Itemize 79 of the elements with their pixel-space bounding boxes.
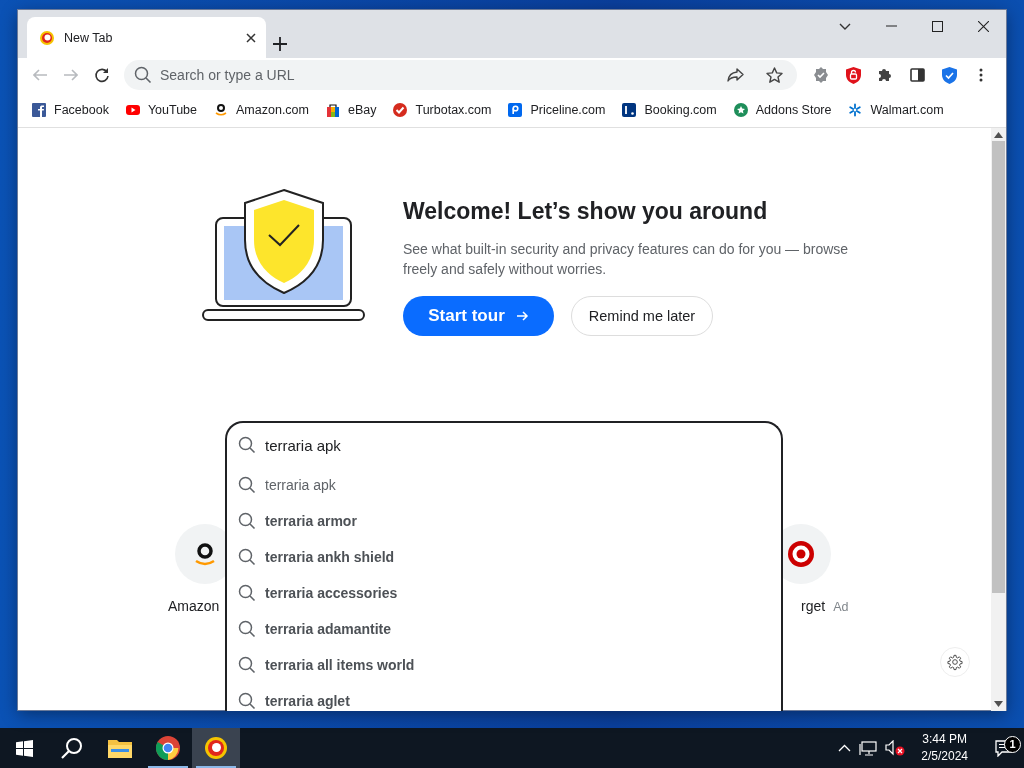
suggestion-item[interactable]: terraria ankh shield xyxy=(227,539,781,575)
scrollbar[interactable] xyxy=(991,128,1006,711)
welcome-text: See what built-in security and privacy features can do for you — browse freely and safely without worries. xyxy=(403,240,850,279)
search-icon xyxy=(238,512,256,530)
suggestion-item[interactable]: terraria accessories xyxy=(227,575,781,611)
scroll-down-icon xyxy=(994,701,1003,707)
chevron-down-icon xyxy=(839,22,851,30)
menu-icon xyxy=(979,68,983,82)
shield-check-icon xyxy=(941,66,957,84)
bookmark[interactable]: eBay xyxy=(326,102,377,117)
bookmark[interactable]: Priceline.com xyxy=(508,102,606,117)
youtube-bookmark-icon xyxy=(125,102,140,117)
amazon-bookmark-icon xyxy=(214,102,229,117)
welcome-title: Welcome! Let’s show you around xyxy=(403,198,769,225)
suggestion-item[interactable]: terraria all items world xyxy=(227,647,781,683)
search-icon xyxy=(238,548,256,566)
badge-icon xyxy=(813,67,829,83)
side-panel-icon xyxy=(909,68,925,82)
ad-label: Ad xyxy=(833,600,849,614)
plus-icon xyxy=(273,37,287,51)
shortcut-label: rget xyxy=(801,598,826,614)
walmart-bookmark-icon xyxy=(848,102,863,117)
shield-icon xyxy=(845,66,861,84)
bookmark[interactable]: Amazon.com xyxy=(214,102,309,117)
forward-arrow-icon xyxy=(64,69,78,81)
minimize-icon xyxy=(885,25,897,27)
notification-count: 1 xyxy=(1004,735,1021,753)
share-icon[interactable] xyxy=(727,68,744,82)
browser-tab[interactable]: New Tab xyxy=(27,17,266,58)
search-icon xyxy=(238,476,256,494)
search-icon xyxy=(61,737,83,759)
chevron-up-icon[interactable] xyxy=(838,744,852,752)
network-icon[interactable] xyxy=(859,740,878,756)
close-icon xyxy=(977,20,989,32)
suggestion-item[interactable]: terraria apk xyxy=(227,467,781,503)
bookmark[interactable]: Turbotax.com xyxy=(393,102,492,117)
bookmark[interactable]: Addons Store xyxy=(733,102,832,117)
booking-bookmark-icon xyxy=(622,102,637,117)
facebook-bookmark-icon xyxy=(32,102,46,117)
bookmark[interactable]: Walmart.com xyxy=(848,102,944,117)
bookmark[interactable]: Facebook xyxy=(32,102,109,117)
scroll-up-icon xyxy=(994,132,1003,138)
clock-time: 3:44 PM xyxy=(922,731,967,748)
browser-logo-icon xyxy=(39,29,55,46)
turbotax-bookmark-icon xyxy=(393,102,408,117)
suggestion-item[interactable]: terraria armor xyxy=(227,503,781,539)
close-icon[interactable] xyxy=(246,32,256,43)
priceline-bookmark-icon xyxy=(508,102,523,117)
search-icon xyxy=(134,66,152,84)
ebay-bookmark-icon xyxy=(326,102,340,117)
bookmark[interactable]: YouTube xyxy=(125,102,198,117)
suggestion-item[interactable]: terraria adamantite xyxy=(227,611,781,647)
search-icon xyxy=(238,436,256,454)
address-bar[interactable]: Search or type a URL xyxy=(124,60,797,90)
back-arrow-icon xyxy=(33,69,47,81)
reload-icon xyxy=(94,67,110,83)
arrow-right-icon xyxy=(516,311,529,321)
search-icon xyxy=(238,584,256,602)
start-tour-button[interactable]: Start tour xyxy=(403,296,554,336)
browser-logo-icon xyxy=(204,736,228,760)
maximize-icon xyxy=(931,20,943,32)
bookmark[interactable]: Booking.com xyxy=(622,102,717,117)
remind-later-button[interactable]: Remind me later xyxy=(571,296,713,336)
windows-logo-icon xyxy=(15,739,33,757)
clock-date: 2/5/2024 xyxy=(921,748,968,765)
search-icon xyxy=(238,692,256,710)
puzzle-icon xyxy=(877,67,893,83)
shortcut-label: Amazon xyxy=(168,598,220,614)
star-icon[interactable] xyxy=(766,66,783,84)
search-icon xyxy=(238,620,256,638)
folder-icon xyxy=(108,738,132,758)
addons-bookmark-icon xyxy=(733,102,748,117)
suggestion-item[interactable]: terraria aglet xyxy=(227,683,781,711)
search-icon xyxy=(238,656,256,674)
volume-icon[interactable] xyxy=(885,740,906,756)
taskbar-app[interactable] xyxy=(192,728,240,768)
settings-icon xyxy=(947,653,963,671)
chrome-logo-icon xyxy=(156,736,180,760)
settings-button[interactable] xyxy=(940,647,970,677)
